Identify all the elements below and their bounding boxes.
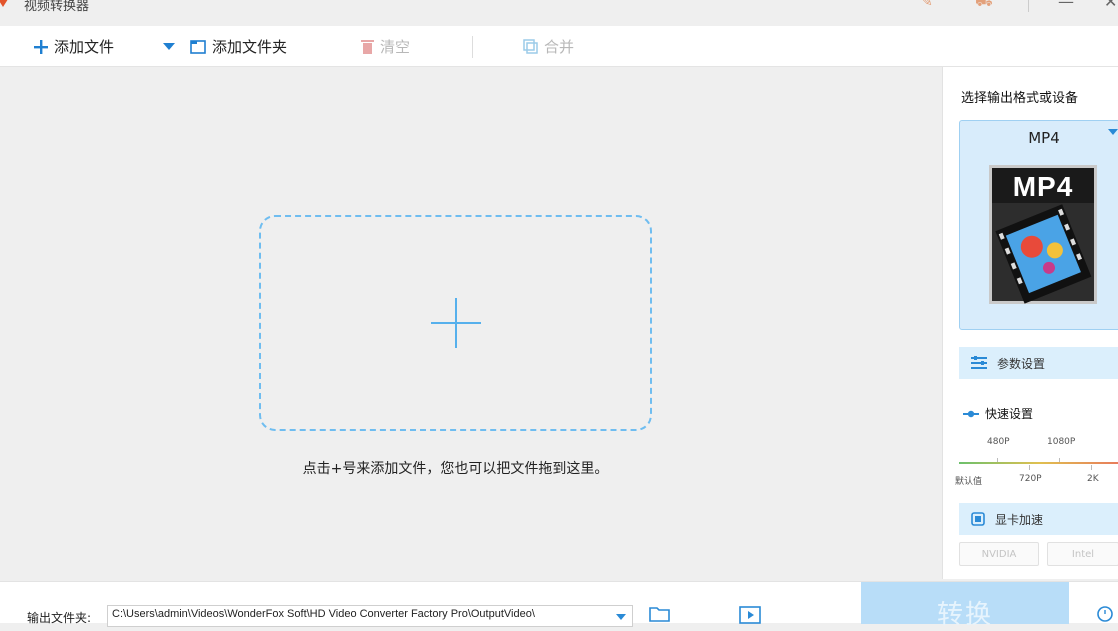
speed-icon bbox=[963, 410, 979, 418]
nvidia-button[interactable]: NVIDIA bbox=[959, 542, 1039, 566]
panel-title: 选择输出格式或设备 bbox=[961, 91, 1079, 106]
clear-button[interactable]: 清空 bbox=[361, 26, 410, 67]
params-button[interactable]: 参数设置 bbox=[959, 347, 1118, 379]
res-720p: 720P bbox=[1019, 474, 1042, 484]
nvidia-label: NVIDIA bbox=[981, 548, 1017, 560]
gpu-accel-button[interactable]: 显卡加速 bbox=[959, 503, 1118, 535]
video-icon[interactable] bbox=[739, 606, 761, 628]
plus-icon bbox=[34, 39, 48, 54]
add-folder-dropdown[interactable] bbox=[163, 26, 181, 67]
res-480p: 480P bbox=[987, 437, 1010, 447]
params-label: 参数设置 bbox=[997, 356, 1046, 371]
tick bbox=[1091, 465, 1092, 470]
res-2k: 2K bbox=[1087, 474, 1099, 484]
add-plus-icon-vertical[interactable] bbox=[455, 298, 457, 348]
quality-slider[interactable] bbox=[959, 462, 1118, 464]
drop-hint: 点击+号来添加文件，您也可以把文件拖到这里。 bbox=[302, 461, 609, 477]
app-logo-icon bbox=[0, 0, 8, 7]
output-path-field[interactable]: C:\Users\admin\Videos\WonderFox Soft\HD … bbox=[107, 605, 633, 627]
chevron-down-icon[interactable] bbox=[616, 614, 626, 620]
folder-add-icon bbox=[190, 39, 206, 54]
chevron-down-icon[interactable] bbox=[1108, 129, 1118, 135]
quick-settings-text: 快速设置 bbox=[985, 407, 1034, 421]
minimize-icon[interactable]: — bbox=[1058, 0, 1074, 11]
format-selector[interactable]: MP4 MP4 bbox=[959, 120, 1118, 330]
res-1080p: 1080P bbox=[1047, 437, 1076, 447]
chevron-down-icon bbox=[163, 42, 175, 51]
title-bar: 视频转换器 ✎ ⛟ — ✕ bbox=[0, 0, 1118, 26]
folder-open-icon[interactable] bbox=[649, 606, 671, 626]
tick bbox=[1029, 465, 1030, 470]
convert-button[interactable]: 转换 bbox=[861, 582, 1069, 630]
output-folder-label: 输出文件夹: bbox=[27, 611, 92, 625]
close-icon[interactable]: ✕ bbox=[1104, 0, 1117, 11]
drop-zone[interactable] bbox=[259, 215, 652, 431]
format-name: MP4 bbox=[1028, 129, 1060, 147]
add-file-button[interactable]: 添加文件 bbox=[34, 26, 114, 67]
title-divider bbox=[1028, 0, 1029, 12]
trash-icon bbox=[361, 39, 374, 54]
sliders-icon bbox=[971, 356, 987, 370]
wrench-icon[interactable]: ✎ bbox=[921, 0, 933, 10]
thumbnail-label: MP4 bbox=[1012, 171, 1074, 202]
add-file-label: 添加文件 bbox=[54, 38, 115, 56]
res-default: 默认值 bbox=[955, 477, 983, 487]
bottom-bar: 输出文件夹: C:\Users\admin\Videos\WonderFox S… bbox=[0, 581, 1118, 630]
merge-label: 合并 bbox=[544, 38, 575, 56]
merge-icon bbox=[523, 39, 538, 54]
intel-button[interactable]: Intel bbox=[1047, 542, 1118, 566]
intel-label: Intel bbox=[1071, 548, 1095, 560]
toolbar: 添加文件 添加文件夹 清空 合并 bbox=[0, 26, 1118, 67]
clear-label: 清空 bbox=[380, 38, 411, 56]
quick-settings-label: 快速设置 bbox=[963, 405, 1033, 422]
toolbar-divider bbox=[472, 36, 473, 58]
merge-button[interactable]: 合并 bbox=[523, 26, 574, 67]
format-thumbnail: MP4 bbox=[989, 165, 1097, 304]
gpu-label: 显卡加速 bbox=[995, 512, 1044, 527]
format-panel: 选择输出格式或设备 MP4 MP4 参数设置 快速设置 480P 1080P 默… bbox=[942, 67, 1118, 579]
app-title: 视频转换器 bbox=[24, 0, 90, 14]
add-folder-button[interactable]: 添加文件夹 bbox=[190, 26, 287, 67]
convert-label: 转换 bbox=[936, 600, 993, 630]
chip-icon bbox=[971, 512, 985, 526]
output-path-text: C:\Users\admin\Videos\WonderFox Soft\HD … bbox=[112, 608, 535, 620]
cart-icon[interactable]: ⛟ bbox=[975, 0, 993, 12]
add-folder-label: 添加文件夹 bbox=[212, 38, 288, 56]
